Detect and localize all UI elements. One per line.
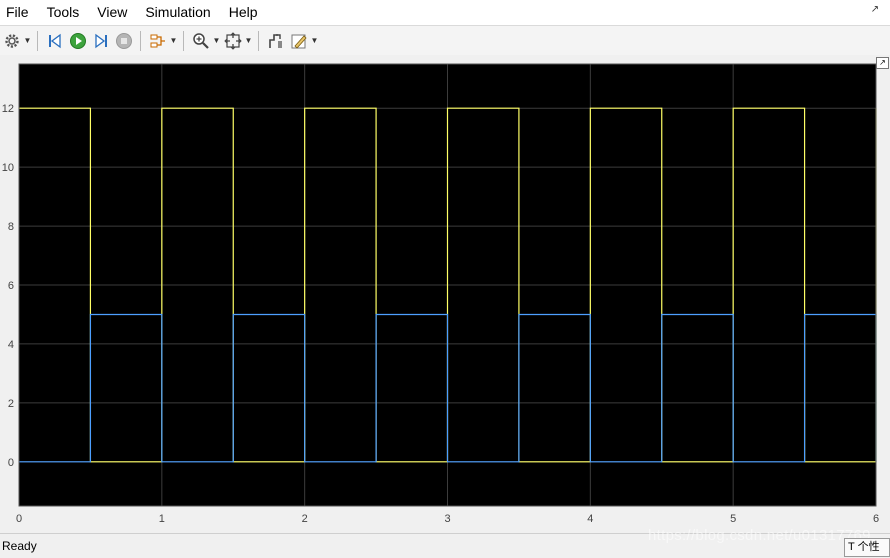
y-tick-label: 10: [2, 162, 14, 174]
toolbar-separator: [140, 30, 141, 51]
settings-dropdown-icon[interactable]: ▼: [23, 30, 32, 52]
x-tick-label: 4: [587, 513, 593, 525]
run-icon[interactable]: [67, 30, 89, 52]
highlight-dropdown-icon[interactable]: ▼: [169, 30, 178, 52]
zoom-in-icon[interactable]: [190, 30, 212, 52]
status-text: Ready: [2, 539, 37, 553]
fit-dropdown-icon[interactable]: ▼: [244, 30, 253, 52]
menu-help[interactable]: Help: [220, 0, 267, 25]
settings-icon[interactable]: [1, 30, 23, 52]
x-tick-label: 2: [302, 513, 308, 525]
corner-fragment: T 个性: [844, 538, 890, 557]
x-tick-label: 3: [444, 513, 450, 525]
x-tick-label: 5: [730, 513, 736, 525]
y-tick-label: 12: [2, 103, 14, 115]
zoom-dropdown-icon[interactable]: ▼: [212, 30, 221, 52]
y-tick-label: 2: [8, 398, 14, 410]
undock-arrow-icon[interactable]: ↗: [868, 3, 882, 17]
toolbar-separator: [37, 30, 38, 51]
menu-tools[interactable]: Tools: [38, 0, 89, 25]
y-tick-label: 0: [8, 457, 14, 469]
signal-highlight-icon[interactable]: [147, 30, 169, 52]
scope-display: 0 1 2 3 4 5 6 0 2 4 6 8 10 12 ↗: [0, 55, 890, 532]
toolbar: ▼ ▼ ▼ ▼ ▼: [0, 25, 890, 56]
menu-view[interactable]: View: [88, 0, 136, 25]
toolbar-separator: [183, 30, 184, 51]
legend-toggle-icon[interactable]: ↗: [876, 57, 889, 69]
stop-icon[interactable]: [113, 30, 135, 52]
step-back-icon[interactable]: [44, 30, 66, 52]
watermark-text: https://blog.csdn.net/u01317769: [648, 527, 871, 544]
y-tick-label: 6: [8, 280, 14, 292]
fit-to-view-icon[interactable]: [222, 30, 244, 52]
x-tick-label: 0: [16, 513, 22, 525]
style-dropdown-icon[interactable]: ▼: [310, 30, 319, 52]
cursor-measurement-icon[interactable]: [265, 30, 287, 52]
menu-simulation[interactable]: Simulation: [136, 0, 219, 25]
step-forward-icon[interactable]: [90, 30, 112, 52]
toolbar-separator: [258, 30, 259, 51]
x-tick-label: 6: [873, 513, 879, 525]
menu-file[interactable]: File: [0, 0, 38, 25]
style-edit-icon[interactable]: [288, 30, 310, 52]
x-tick-label: 1: [159, 513, 165, 525]
scope-chart[interactable]: 0 1 2 3 4 5 6024681012: [0, 55, 890, 532]
y-tick-label: 4: [8, 339, 14, 351]
y-tick-label: 8: [8, 221, 14, 233]
menu-bar: File Tools View Simulation Help ↗: [0, 0, 890, 25]
